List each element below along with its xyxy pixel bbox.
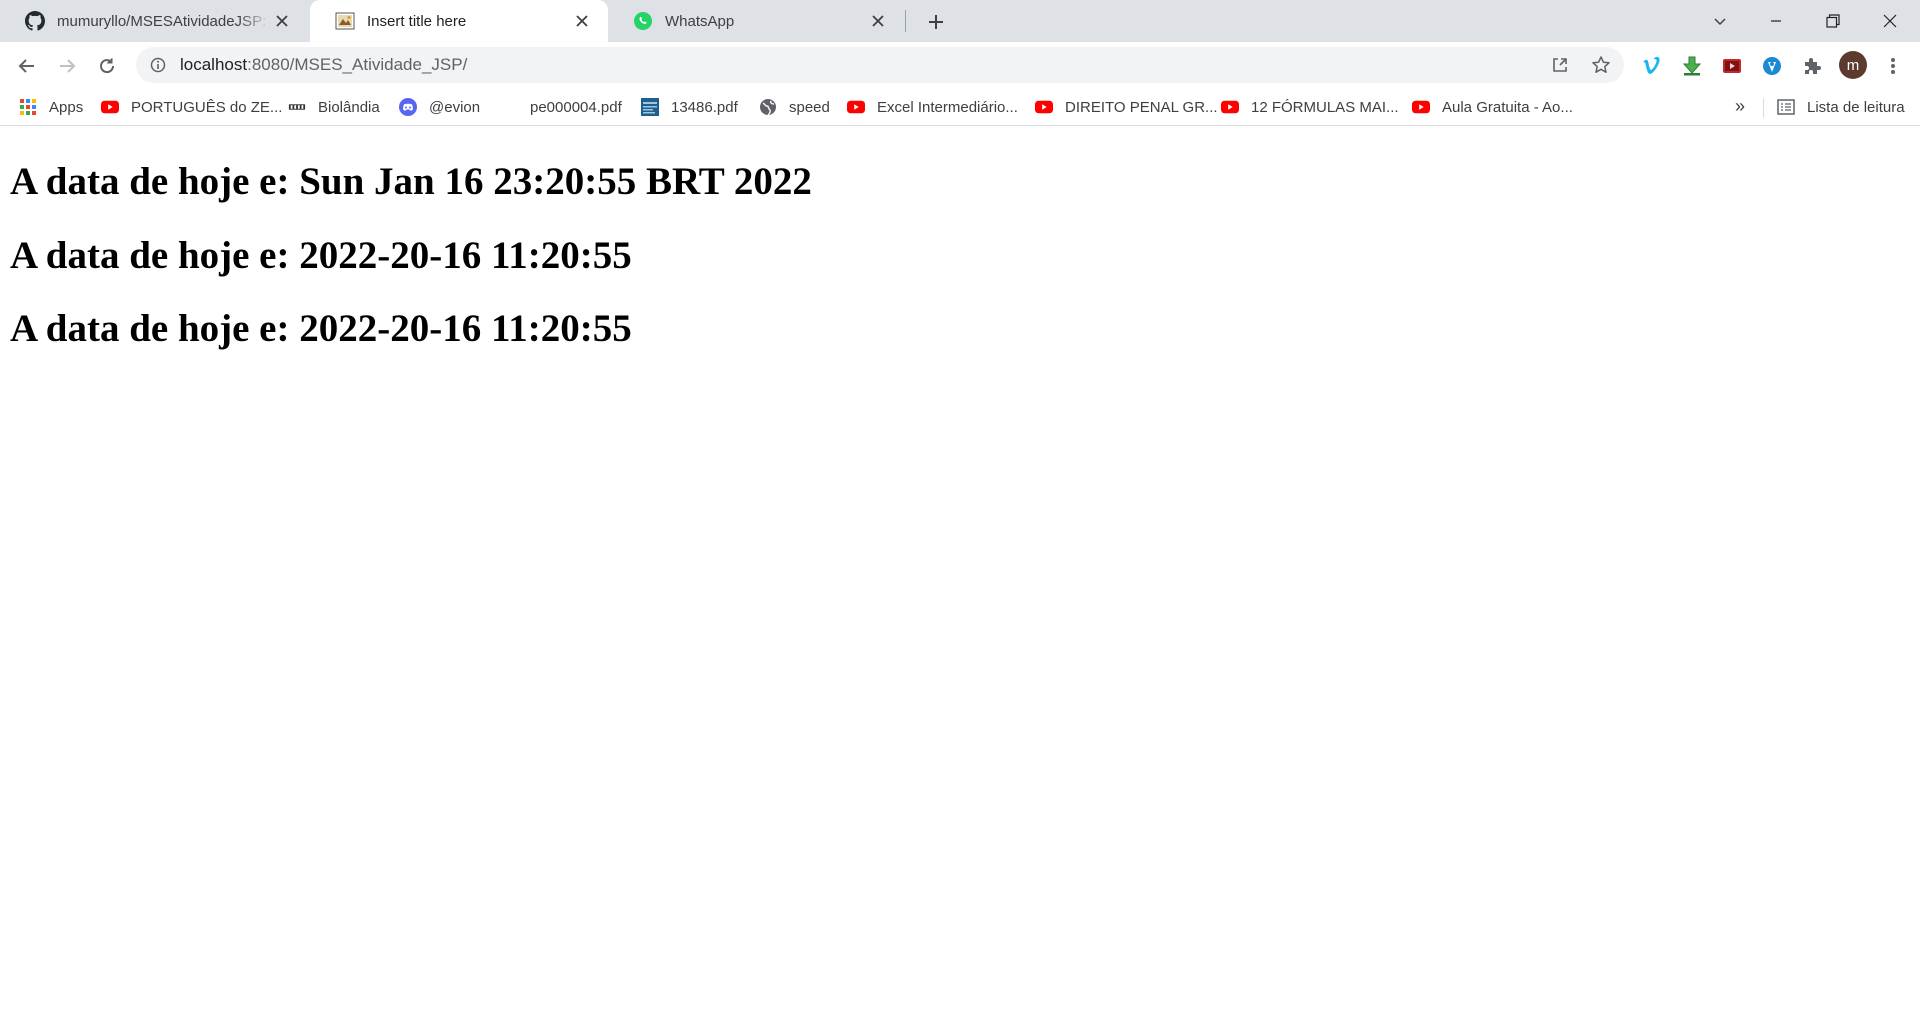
vpn-extension-icon[interactable] (1759, 53, 1785, 79)
youtube-icon (847, 98, 865, 116)
url-host: localhost (180, 55, 248, 74)
chevron-down-icon (1714, 18, 1726, 26)
url-path: :8080/MSES_Atividade_JSP/ (247, 55, 468, 74)
bookmark-label: @evion (429, 98, 481, 116)
download-extension-icon[interactable] (1679, 53, 1705, 79)
bookmarks-separator (1763, 98, 1764, 118)
close-icon[interactable] (866, 9, 890, 33)
address-bar[interactable]: localhost:8080/MSES_Atividade_JSP/ (136, 47, 1624, 83)
date-heading-1: A data de hoje e: Sun Jan 16 23:20:55 BR… (10, 160, 812, 203)
tab-github[interactable]: mumuryllo/MSESAtividadeJSP: In (0, 0, 308, 42)
bookmark-aula-gratuita[interactable]: Aula Gratuita - Ao... (1412, 94, 1573, 120)
github-icon (25, 11, 45, 31)
youtube-icon (1035, 98, 1053, 116)
globe-icon (759, 98, 777, 116)
date-heading-3: A data de hoje e: 2022-20-16 11:20:55 (10, 307, 632, 350)
apps-grid-icon (19, 98, 37, 116)
youtube-icon (101, 98, 119, 116)
date-heading-2: A data de hoje e: 2022-20-16 11:20:55 (10, 234, 632, 277)
bookmark-portugues[interactable]: PORTUGUÊS do ZE... (101, 94, 282, 120)
bookmark-excel[interactable]: Excel Intermediário... (847, 94, 1018, 120)
tab-title: WhatsApp (665, 12, 735, 30)
star-icon[interactable] (1589, 53, 1613, 77)
back-button[interactable] (11, 50, 43, 82)
reload-button[interactable] (91, 50, 123, 82)
bookmark-label: DIREITO PENAL GR... (1065, 98, 1218, 116)
bookmarks-overflow-button[interactable]: » (1735, 96, 1745, 117)
bookmark-label: Biolândia (318, 98, 380, 116)
bookmark-direito-penal[interactable]: DIREITO PENAL GR... (1035, 94, 1218, 120)
page-icon (335, 11, 355, 31)
close-icon (1883, 14, 1897, 28)
bookmarks-bar: Apps PORTUGUÊS do ZE... Biolândia @evion… (0, 88, 1920, 126)
tab-separator (905, 10, 906, 32)
reading-list-button[interactable]: Lista de leitura (1777, 94, 1905, 120)
bookmark-speed[interactable]: speed (759, 94, 830, 120)
bookmark-apps[interactable]: Apps (19, 94, 83, 120)
blank-icon (500, 98, 518, 116)
forward-button[interactable] (51, 50, 83, 82)
youtube-icon (1221, 98, 1239, 116)
browser-toolbar: localhost:8080/MSES_Atividade_JSP/ m (0, 42, 1920, 88)
bookmark-label: 12 FÓRMULAS MAI... (1251, 98, 1399, 116)
bookmark-label: Excel Intermediário... (877, 98, 1018, 116)
pdf-thumb-icon (641, 98, 659, 116)
bookmark-pe000004[interactable]: pe000004.pdf (500, 94, 622, 120)
bookmark-label: 13486.pdf (671, 98, 738, 116)
close-icon[interactable] (270, 9, 294, 33)
close-icon[interactable] (570, 9, 594, 33)
url-text: localhost:8080/MSES_Atividade_JSP/ (180, 55, 467, 75)
tab-insert-title[interactable]: Insert title here (310, 0, 608, 42)
minimize-button[interactable] (1748, 0, 1804, 42)
close-window-button[interactable] (1862, 0, 1918, 42)
plus-icon (929, 15, 943, 29)
site-info-icon[interactable] (148, 55, 168, 75)
youtube-icon (1412, 98, 1430, 116)
tab-strip: mumuryllo/MSESAtividadeJSP: In Insert ti… (0, 0, 1920, 42)
share-icon[interactable] (1548, 53, 1572, 77)
biolandia-icon (288, 98, 306, 116)
screencast-extension-icon[interactable] (1719, 53, 1745, 79)
reload-icon (100, 58, 115, 74)
bookmark-12-formulas[interactable]: 12 FÓRMULAS MAI... (1221, 94, 1399, 120)
bookmark-label: speed (789, 98, 830, 116)
bookmark-13486[interactable]: 13486.pdf (641, 94, 738, 120)
vimeo-extension-icon[interactable] (1638, 53, 1664, 79)
bookmark-label: Apps (49, 98, 84, 116)
more-menu-icon[interactable] (1880, 53, 1906, 79)
profile-avatar[interactable]: m (1839, 51, 1867, 79)
extensions-puzzle-icon[interactable] (1799, 53, 1825, 79)
bookmark-evion[interactable]: @evion (399, 94, 480, 120)
bookmark-label: pe000004.pdf (530, 98, 622, 116)
tab-whatsapp[interactable]: WhatsApp (608, 0, 904, 42)
tab-title: mumuryllo/MSESAtividadeJSP: In (57, 12, 270, 30)
tab-title: Insert title here (367, 12, 467, 30)
arrow-left-icon (18, 59, 34, 73)
bookmark-label: PORTUGUÊS do ZE... (131, 98, 283, 116)
page-content: A data de hoje e: Sun Jan 16 23:20:55 BR… (0, 127, 1920, 1030)
minimize-icon (1771, 20, 1781, 22)
discord-icon (399, 98, 417, 116)
whatsapp-icon (633, 11, 653, 31)
bookmark-biolandia[interactable]: Biolândia (288, 94, 380, 120)
new-tab-button[interactable] (922, 8, 950, 36)
restore-icon (1826, 14, 1840, 28)
arrow-right-icon (60, 59, 76, 73)
restore-button[interactable] (1805, 0, 1861, 42)
reading-list-label: Lista de leitura (1807, 98, 1905, 116)
tab-search-button[interactable] (1692, 0, 1748, 42)
reading-list-icon (1777, 98, 1795, 116)
bookmark-label: Aula Gratuita - Ao... (1442, 98, 1573, 116)
